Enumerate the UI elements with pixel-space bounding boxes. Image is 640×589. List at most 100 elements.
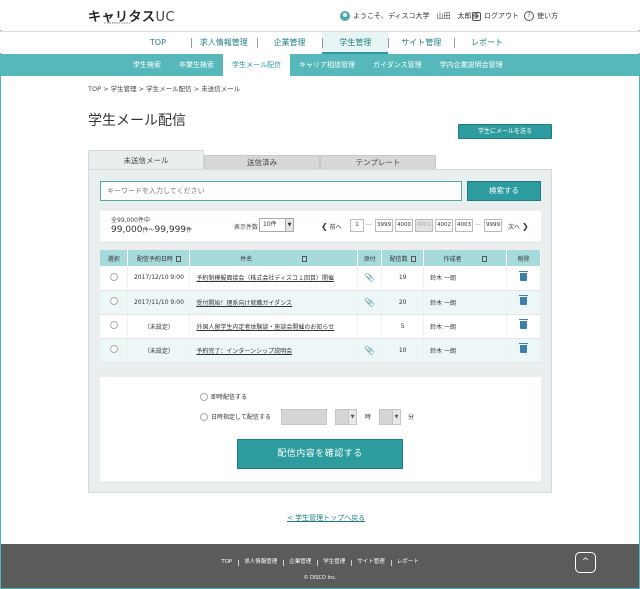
row-subject-link[interactable]: 外国人留学生内定者体験談・座談会開催のお知らせ <box>189 314 359 339</box>
table-header-row: 選択 配信予約日時 件名 添付 配信数 作成者 削除 <box>100 250 541 266</box>
page-number[interactable]: 4000 <box>395 219 413 232</box>
welcome-user: ようこそ、ディスコ大学 山田 太郎様 <box>340 11 479 21</box>
row-select[interactable] <box>100 338 129 363</box>
breadcrumb[interactable]: TOP > 学生管理 > 学生メール配信 > 未送信メール <box>88 83 240 93</box>
col-select: 選択 <box>100 250 129 266</box>
col-subject[interactable]: 件名 <box>189 250 359 266</box>
tab-sent[interactable]: 送信済み <box>204 155 320 169</box>
radio-button[interactable] <box>109 321 118 329</box>
footer-link-student[interactable]: 学生管理 <box>317 559 351 565</box>
table-row: （未設定） 予約完了：インターンシップ説明会 📎 10 鈴木 一朗 <box>100 338 541 363</box>
next-page-link[interactable]: 次へ ❯ <box>508 222 529 231</box>
header-label: 件名 <box>240 255 253 263</box>
page-number[interactable]: 9999 <box>484 219 502 232</box>
row-date: （未設定） <box>127 314 191 339</box>
row-date: 2017/12/10 9:00 <box>127 266 191 291</box>
trash-icon[interactable] <box>519 270 528 281</box>
radio-button[interactable] <box>109 297 118 305</box>
date-field[interactable] <box>281 409 327 425</box>
footer-link-report[interactable]: レポート <box>391 559 425 565</box>
radio-button[interactable] <box>200 392 208 401</box>
next-label: 次へ <box>508 224 521 231</box>
chevron-left-icon: ❮ <box>321 222 328 231</box>
subnav-campus-fair[interactable]: 学内企業説明会管理 <box>431 54 512 76</box>
row-delete[interactable] <box>506 290 541 315</box>
tab-unsent[interactable]: 未送信メール <box>88 150 204 170</box>
scheduled-option[interactable]: 日時指定して配信する <box>200 412 271 421</box>
radio-button[interactable] <box>200 412 208 421</box>
hour-select[interactable]: ▼ <box>335 409 357 425</box>
row-delete[interactable] <box>506 338 541 363</box>
footer-nav: TOP 求人情報管理 企業管理 学生管理 サイト管理 レポート <box>1 557 639 565</box>
main-nav: TOP 求人情報管理 企業管理 学生管理 サイト管理 レポート <box>0 31 640 54</box>
mainnav-top[interactable]: TOP <box>125 32 191 54</box>
row-select[interactable] <box>100 314 129 339</box>
minute-select[interactable]: ▼ <box>379 409 401 425</box>
row-delete[interactable] <box>506 266 541 291</box>
col-delete: 削除 <box>506 250 541 266</box>
row-date: （未設定） <box>127 338 191 363</box>
row-select[interactable] <box>100 266 129 291</box>
search-button[interactable]: 検索する <box>467 181 541 201</box>
row-subject-link[interactable]: 受付開始！理系向け就職ガイダンス <box>189 290 359 315</box>
page-number[interactable]: 4002 <box>435 219 453 232</box>
sort-icon[interactable] <box>410 256 416 262</box>
sort-icon[interactable] <box>302 256 308 262</box>
row-attach: 📎 <box>357 266 383 291</box>
immediate-option[interactable]: 即時配信する <box>200 392 247 401</box>
mainnav-report[interactable]: レポート <box>454 32 520 54</box>
send-mail-button[interactable]: 学生にメールを送る <box>458 124 552 139</box>
subnav-graduate-search[interactable]: 卒業生検索 <box>170 54 223 76</box>
logout-link[interactable]: ⇥ ログアウト <box>472 11 519 21</box>
help-link[interactable]: ? 使い方 <box>524 11 558 21</box>
pager-bar: 全99,000件中 99,000件～99,999件 表示件数 10件 ▼ ❮ 前へ… <box>100 211 541 241</box>
col-author[interactable]: 作成者 <box>423 250 507 266</box>
header: キャリタスUC CAREERTASUC ようこそ、ディスコ大学 山田 太郎様 ⇥… <box>0 0 640 30</box>
logo-uc: UC <box>155 10 176 25</box>
subnav-career-consult[interactable]: キャリア相談管理 <box>290 54 364 76</box>
mainnav-job-info[interactable]: 求人情報管理 <box>190 32 257 54</box>
subnav-student-mail[interactable]: 学生メール配信 <box>223 54 290 76</box>
footer-link-site[interactable]: サイト管理 <box>351 559 391 565</box>
table-row: 2017/11/10 9:00 受付開始！理系向け就職ガイダンス 📎 20 鈴木… <box>100 290 541 315</box>
tab-template[interactable]: テンプレート <box>320 155 436 169</box>
back-to-student-top-link[interactable]: < 学生管理トップへ戻る <box>287 513 365 523</box>
row-author: 鈴木 一朗 <box>423 338 507 363</box>
radio-button[interactable] <box>109 272 118 281</box>
footer: TOP 求人情報管理 企業管理 学生管理 サイト管理 レポート © DISCO Inc. … <box>1 544 639 588</box>
trash-icon[interactable] <box>519 295 528 305</box>
footer-link-top[interactable]: TOP <box>215 559 238 565</box>
keyword-search-input[interactable] <box>100 181 462 201</box>
table-row: （未設定） 外国人留学生内定者体験談・座談会開催のお知らせ 5 鈴木 一朗 <box>100 314 541 339</box>
row-author: 鈴木 一朗 <box>423 266 507 291</box>
site-logo[interactable]: キャリタスUC <box>88 6 175 25</box>
subnav-guidance[interactable]: ガイダンス管理 <box>364 54 431 76</box>
confirm-delivery-button[interactable]: 配信内容を確認する <box>237 439 403 469</box>
col-date[interactable]: 配信予約日時 <box>127 250 191 266</box>
page-top-button[interactable]: ^ <box>575 552 596 573</box>
page-ellipsis: … <box>366 220 372 227</box>
per-page-label: 表示件数 <box>234 224 259 231</box>
row-subject-link[interactable]: 予約完了：インターンシップ説明会 <box>189 338 359 363</box>
mainnav-student[interactable]: 学生管理 <box>322 32 389 54</box>
sort-icon[interactable] <box>481 256 487 262</box>
subnav-student-search[interactable]: 学生検索 <box>124 54 170 76</box>
radio-button[interactable] <box>109 345 118 353</box>
trash-icon[interactable] <box>519 343 528 353</box>
row-delete[interactable] <box>506 314 541 339</box>
mainnav-site[interactable]: サイト管理 <box>388 32 454 54</box>
page-number[interactable]: 1 <box>350 219 364 232</box>
page-number[interactable]: 3999 <box>375 219 393 232</box>
row-select[interactable] <box>100 290 129 315</box>
page-number[interactable]: 4003 <box>455 219 473 232</box>
footer-link-company[interactable]: 企業管理 <box>283 559 317 565</box>
row-subject-link[interactable]: 予約制模擬面接会（株式会社ディスコ１回目）開催 <box>189 266 359 291</box>
trash-icon[interactable] <box>519 319 528 329</box>
prev-page-link[interactable]: ❮ 前へ <box>321 222 342 231</box>
col-count[interactable]: 配信数 <box>381 250 425 266</box>
mainnav-company[interactable]: 企業管理 <box>256 32 323 54</box>
footer-link-job-info[interactable]: 求人情報管理 <box>238 559 283 565</box>
per-page-select[interactable]: 10件 ▼ <box>259 218 294 232</box>
immediate-label: 即時配信する <box>211 394 248 401</box>
sort-icon[interactable] <box>175 256 181 262</box>
